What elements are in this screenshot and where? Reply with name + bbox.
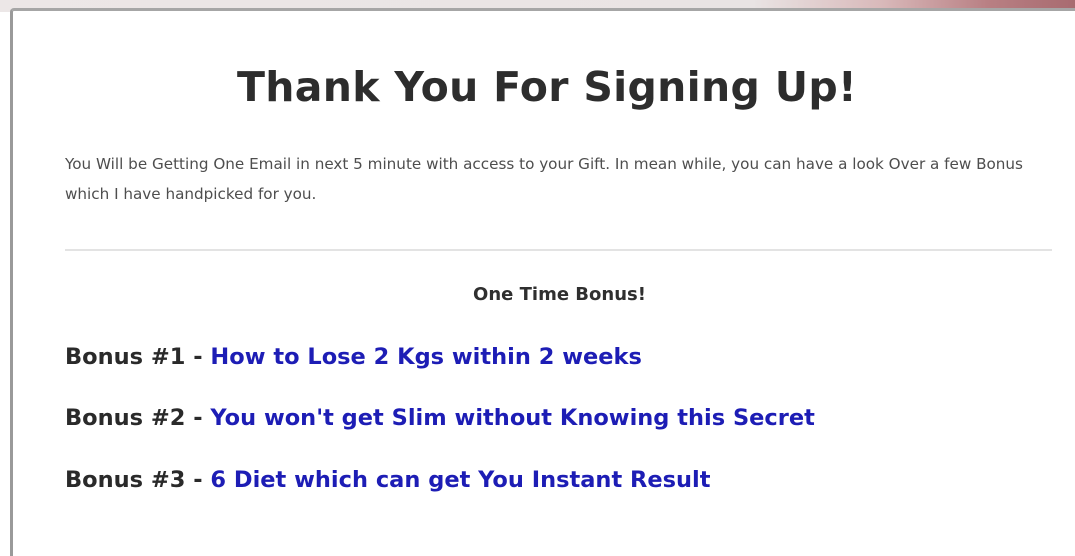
bonus-label: Bonus #2 <box>65 405 186 431</box>
bonus-link-6-diet[interactable]: 6 Diet which can get You Instant Result <box>210 467 710 493</box>
bonus-item-2: Bonus #2 - You won't get Slim without Kn… <box>65 401 815 435</box>
bonus-separator: - <box>185 467 211 493</box>
page-title: Thank You For Signing Up! <box>237 63 857 111</box>
divider <box>65 249 1052 251</box>
bonus-link-lose-2-kgs[interactable]: How to Lose 2 Kgs within 2 weeks <box>210 344 641 370</box>
bonus-item-3: Bonus #3 - 6 Diet which can get You Inst… <box>65 463 711 497</box>
bonus-item-1: Bonus #1 - How to Lose 2 Kgs within 2 we… <box>65 340 642 374</box>
bonus-section-heading: One Time Bonus! <box>473 284 646 305</box>
bonus-separator: - <box>185 405 211 431</box>
bonus-separator: - <box>185 344 211 370</box>
thank-you-panel: Thank You For Signing Up! You Will be Ge… <box>10 8 1075 556</box>
bonus-label: Bonus #3 <box>65 467 186 493</box>
bonus-label: Bonus #1 <box>65 344 186 370</box>
intro-text: You Will be Getting One Email in next 5 … <box>65 155 1023 203</box>
bonus-link-slim-secret[interactable]: You won't get Slim without Knowing this … <box>210 405 814 431</box>
